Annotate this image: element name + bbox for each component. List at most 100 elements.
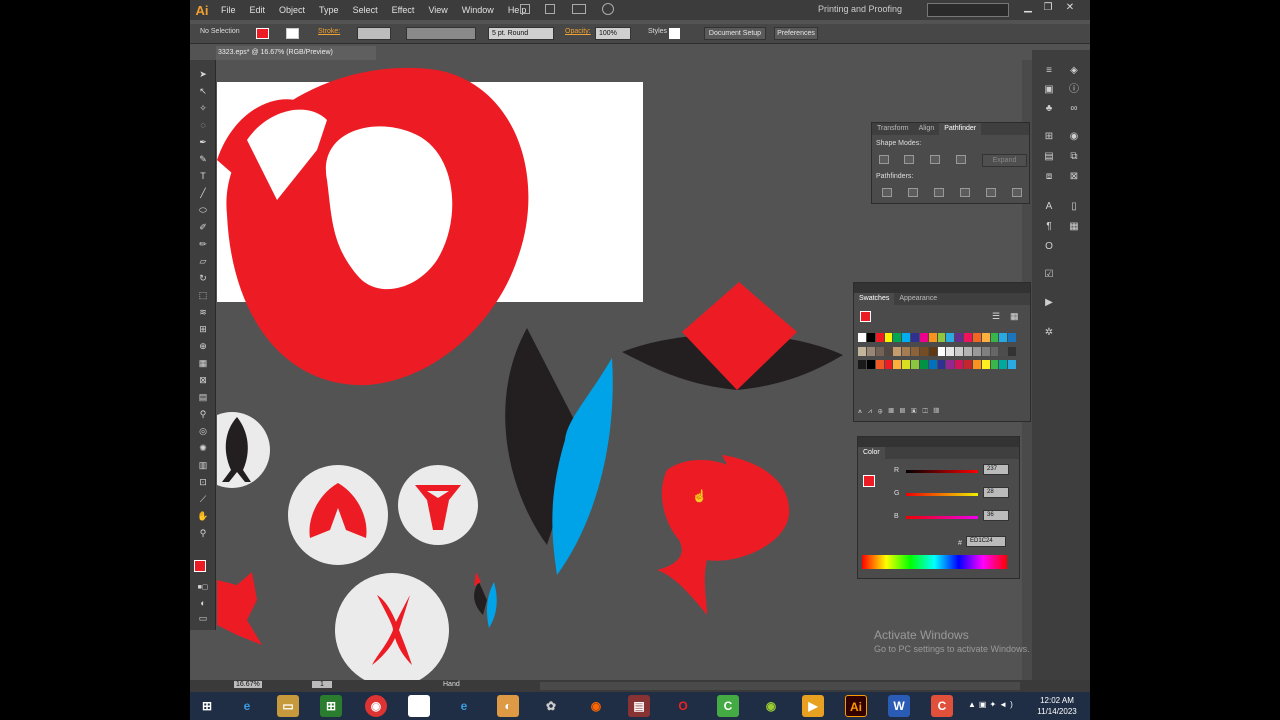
color-swatch[interactable] bbox=[884, 346, 893, 356]
winrar-icon[interactable]: ▤ bbox=[628, 695, 650, 717]
color-swatch[interactable] bbox=[919, 360, 928, 370]
rotate-icon[interactable]: ↻ bbox=[196, 272, 210, 284]
fill-color-box[interactable] bbox=[194, 560, 206, 572]
color-swatch[interactable] bbox=[902, 333, 910, 342]
panel-header[interactable] bbox=[854, 283, 1030, 293]
color-swatch[interactable] bbox=[875, 360, 884, 370]
color-swatch[interactable] bbox=[972, 360, 981, 370]
color-swatch[interactable] bbox=[858, 333, 866, 342]
symbols-icon[interactable]: ♣ bbox=[1042, 102, 1056, 116]
color-swatch[interactable] bbox=[1008, 360, 1016, 370]
color-swatch[interactable] bbox=[875, 346, 884, 356]
color-swatch[interactable] bbox=[946, 360, 955, 370]
stroke-label[interactable]: Stroke: bbox=[318, 28, 340, 35]
color-swatch[interactable] bbox=[911, 360, 919, 370]
color-swatch[interactable] bbox=[858, 360, 866, 370]
export-icon[interactable]: ⊠ bbox=[1067, 170, 1081, 184]
color-swatch[interactable] bbox=[893, 360, 902, 370]
perspective-icon[interactable]: ▦ bbox=[196, 357, 210, 369]
paintbrush-icon[interactable]: ✐ bbox=[196, 221, 210, 233]
color-swatch[interactable] bbox=[937, 333, 946, 342]
divide-icon[interactable] bbox=[882, 188, 892, 197]
color-swatch[interactable] bbox=[972, 346, 981, 356]
color-swatch[interactable] bbox=[866, 333, 875, 342]
color-swatch[interactable] bbox=[919, 333, 928, 342]
attributes-icon[interactable]: ▦ bbox=[1067, 220, 1081, 234]
links-icon[interactable]: ∞ bbox=[1067, 102, 1081, 116]
eraser-icon[interactable]: ▱ bbox=[196, 255, 210, 267]
document-tab[interactable]: 3323.eps* @ 16.67% (RGB/Preview) bbox=[216, 46, 376, 60]
android-icon[interactable]: ◉ bbox=[760, 695, 782, 717]
menu-object[interactable]: Object bbox=[272, 5, 312, 15]
tab-swatches[interactable]: Swatches bbox=[854, 293, 895, 305]
r-value-field[interactable]: 237 bbox=[983, 464, 1009, 475]
color-swatch[interactable] bbox=[884, 333, 893, 342]
mesh-icon[interactable]: ⊠ bbox=[196, 374, 210, 386]
hand-icon[interactable]: ✋ bbox=[196, 510, 210, 522]
bridge-icon[interactable] bbox=[520, 4, 530, 14]
color-swatch[interactable] bbox=[919, 346, 928, 356]
opera-icon[interactable]: O bbox=[672, 695, 694, 717]
windows-start-icon[interactable]: ⊞ bbox=[196, 695, 218, 717]
firefox-icon[interactable]: ◉ bbox=[585, 695, 607, 717]
swatch-fill[interactable] bbox=[860, 311, 871, 322]
store-icon[interactable]: ⊞ bbox=[320, 695, 342, 717]
color-swatch[interactable] bbox=[999, 333, 1008, 342]
r-slider[interactable] bbox=[906, 470, 978, 473]
selection-tool-icon[interactable]: ➤ bbox=[196, 68, 210, 80]
color-swatch[interactable] bbox=[964, 346, 972, 356]
color-swatch[interactable] bbox=[999, 346, 1008, 356]
tab-align[interactable]: Align bbox=[914, 123, 940, 135]
stock-icon[interactable] bbox=[545, 4, 555, 14]
color-swatch[interactable] bbox=[981, 333, 990, 342]
color-swatch[interactable] bbox=[928, 360, 937, 370]
color-swatch[interactable] bbox=[964, 333, 972, 342]
tab-appearance[interactable]: Appearance bbox=[894, 293, 942, 305]
illustrator-taskbar-icon[interactable]: Ai bbox=[845, 695, 867, 717]
b-value-field[interactable]: 36 bbox=[983, 510, 1009, 521]
layers-icon[interactable]: ◈ bbox=[1067, 64, 1081, 78]
zoom-field[interactable]: 16.67% bbox=[234, 681, 262, 688]
align-icon[interactable]: ▤ bbox=[1042, 150, 1056, 164]
blend-icon[interactable]: ◎ bbox=[196, 425, 210, 437]
help-search-input[interactable] bbox=[927, 3, 1009, 17]
menu-edit[interactable]: Edit bbox=[243, 5, 273, 15]
close-icon[interactable]: ✕ bbox=[1062, 2, 1078, 16]
b-slider[interactable] bbox=[906, 516, 978, 519]
color-fill-box[interactable] bbox=[863, 475, 875, 487]
color-swatch[interactable] bbox=[990, 333, 999, 342]
stroke-weight-field[interactable] bbox=[357, 27, 391, 40]
color-swatch[interactable] bbox=[981, 346, 990, 356]
warp-icon[interactable]: ≋ bbox=[196, 306, 210, 318]
color-swatch[interactable] bbox=[990, 346, 999, 356]
pencil-icon[interactable]: ✏ bbox=[196, 238, 210, 250]
variable-width-profile[interactable] bbox=[406, 27, 476, 40]
magic-wand-icon[interactable]: ✧ bbox=[196, 102, 210, 114]
ellipse-icon[interactable]: ⬭ bbox=[196, 204, 210, 216]
opentype-icon[interactable]: O bbox=[1042, 240, 1056, 254]
g-value-field[interactable]: 28 bbox=[983, 487, 1009, 498]
minimize-icon[interactable]: ▁ bbox=[1020, 2, 1036, 16]
g-slider[interactable] bbox=[906, 493, 978, 496]
color-swatch[interactable] bbox=[884, 360, 893, 370]
draw-mode-icon[interactable]: ◐ bbox=[196, 597, 210, 609]
color-swatch[interactable] bbox=[911, 346, 919, 356]
shape-builder-icon[interactable]: ⊕ bbox=[196, 340, 210, 352]
document-setup-button[interactable]: Document Setup bbox=[704, 27, 766, 40]
ie-icon[interactable]: e bbox=[236, 695, 258, 717]
color-swatch[interactable] bbox=[875, 333, 884, 342]
line-icon[interactable]: ╱ bbox=[196, 187, 210, 199]
minus-back-icon[interactable] bbox=[1012, 188, 1022, 197]
artboards-icon[interactable]: ⧉ bbox=[1067, 150, 1081, 164]
restore-icon[interactable]: ❐ bbox=[1040, 2, 1056, 16]
paragraph-icon[interactable]: ¶ bbox=[1042, 220, 1056, 234]
opacity-label[interactable]: Opacity: bbox=[565, 28, 591, 35]
color-swatch[interactable] bbox=[893, 346, 902, 356]
color-spectrum[interactable] bbox=[862, 555, 1007, 569]
chrome-icon[interactable]: ◉ bbox=[365, 695, 387, 717]
color-swatch[interactable] bbox=[955, 360, 963, 370]
menu-effect[interactable]: Effect bbox=[385, 5, 422, 15]
tab-color[interactable]: Color bbox=[858, 447, 885, 459]
color-swatch[interactable] bbox=[937, 346, 946, 356]
color-swatch[interactable] bbox=[955, 333, 963, 342]
